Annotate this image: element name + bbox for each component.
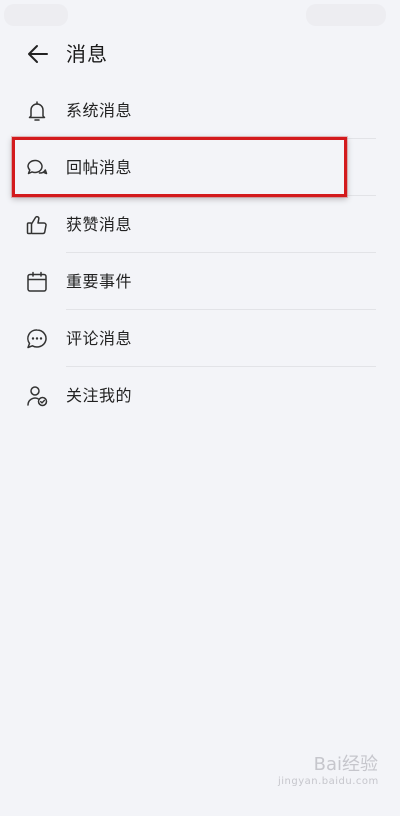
status-bar: [0, 0, 400, 32]
back-button[interactable]: [18, 34, 58, 74]
header: 消息: [0, 34, 400, 74]
menu-item-reply-messages[interactable]: 回帖消息: [0, 139, 400, 196]
menu-item-label: 关注我的: [66, 386, 133, 405]
watermark-url: jingyan.baidu.com: [278, 776, 379, 787]
menu-item-comment-messages[interactable]: 评论消息: [0, 310, 400, 367]
watermark-text: Bai经验: [313, 754, 378, 775]
comment-dots-icon: [24, 326, 50, 352]
message-menu: 系统消息 回帖消息 获赞消息 重要事件 评论消息 关注我的: [0, 82, 400, 424]
chat-bubbles-icon: [24, 155, 50, 181]
thumbs-up-icon: [24, 212, 50, 238]
menu-item-label: 获赞消息: [66, 215, 133, 234]
page-title: 消息: [66, 42, 108, 66]
menu-item-likes-messages[interactable]: 获赞消息: [0, 196, 400, 253]
bell-icon: [24, 98, 50, 124]
menu-item-label: 系统消息: [66, 101, 133, 120]
status-bar-left-blurred: [4, 4, 68, 26]
menu-item-followers[interactable]: 关注我的: [0, 367, 400, 424]
menu-item-label: 回帖消息: [66, 158, 133, 177]
baidu-jingyan-watermark: Bai经验 jingyan.baidu.com: [278, 754, 378, 796]
status-bar-right-blurred: [306, 4, 386, 26]
arrow-left-icon: [25, 41, 51, 67]
user-check-icon: [24, 383, 50, 409]
menu-item-label: 评论消息: [66, 329, 133, 348]
menu-item-label: 重要事件: [66, 272, 133, 291]
menu-item-system-messages[interactable]: 系统消息: [0, 82, 400, 139]
calendar-icon: [24, 269, 50, 295]
menu-item-important-events[interactable]: 重要事件: [0, 253, 400, 310]
